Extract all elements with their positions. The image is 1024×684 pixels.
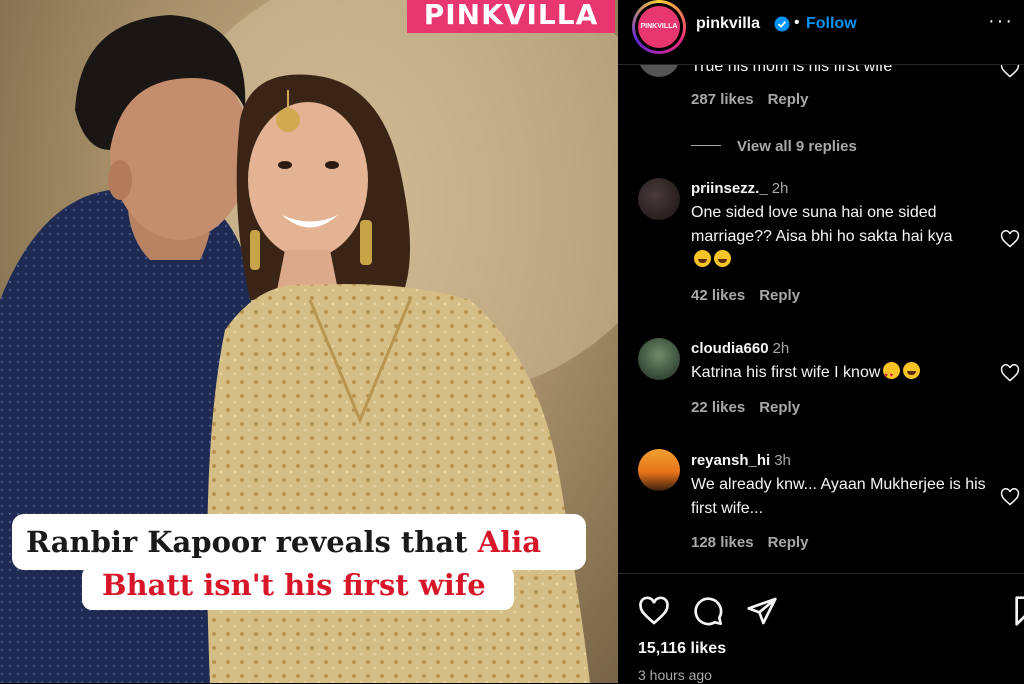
comment-likes[interactable]: 42 likes	[691, 287, 745, 304]
post-sidebar: PINKVILLA pinkvilla • Follow ··· True hi…	[618, 0, 1024, 683]
story-ring[interactable]: PINKVILLA	[632, 0, 686, 54]
reply-button[interactable]: Reply	[768, 91, 809, 108]
comments-list[interactable]: True his mom is his first wife 287 likes…	[618, 65, 1024, 573]
comment-body: cloudia660 2h Katrina his first wife I kn…	[691, 337, 991, 388]
separator-dot: •	[794, 14, 800, 31]
verified-badge-icon	[774, 16, 790, 32]
comment-time[interactable]: 2h	[773, 340, 790, 357]
comment-text: We already knw... Ayaan Mukherjee is his…	[691, 476, 986, 517]
comment-text: True his mom is his first wife	[691, 65, 893, 75]
laughing-emoji-icon	[714, 250, 731, 267]
headline-line-2: Bhatt isn't his first wife	[82, 566, 514, 610]
account-username[interactable]: pinkvilla	[696, 15, 760, 33]
comment-avatar[interactable]	[638, 178, 680, 220]
comment-meta: 287 likes Reply	[691, 91, 822, 108]
comment-text: One sided love suna hai one sided marria…	[691, 204, 953, 245]
like-comment-heart-icon[interactable]	[1000, 487, 1020, 507]
comment-avatar[interactable]	[638, 65, 680, 77]
comment-meta: 22 likes Reply	[691, 399, 814, 416]
comment-likes[interactable]: 287 likes	[691, 91, 754, 108]
comment-body: reyansh_hi 3h We already knw... Ayaan Muk…	[691, 449, 991, 521]
comment-bubble-icon[interactable]	[692, 595, 724, 627]
like-heart-icon[interactable]	[638, 595, 670, 627]
comment-likes[interactable]: 22 likes	[691, 399, 745, 416]
pinkvilla-logo: PINKVILLA	[407, 0, 615, 33]
view-replies-button[interactable]: View all 9 replies	[691, 138, 857, 155]
comment-username[interactable]: cloudia660	[691, 340, 769, 357]
share-send-icon[interactable]	[746, 595, 778, 627]
post-actions: 15,116 likes 3 hours ago	[618, 573, 1024, 684]
reply-button[interactable]: Reply	[768, 534, 809, 551]
view-replies-label: View all 9 replies	[737, 138, 857, 155]
comment-meta: 42 likes Reply	[691, 287, 814, 304]
headline-line-1: Ranbir Kapoor reveals that Alia	[12, 514, 586, 570]
post-image[interactable]: PINKVILLA Ranbir Kapoor reveals that Ali…	[0, 0, 618, 683]
follow-button[interactable]: Follow	[806, 15, 857, 33]
headline-highlight: Alia	[477, 525, 541, 559]
heart-eyes-emoji-icon	[883, 362, 901, 388]
like-comment-heart-icon[interactable]	[1000, 363, 1020, 383]
laughing-emoji-icon	[903, 362, 921, 379]
comment-body: priinsezz._ 2h One sided love suna hai on…	[691, 177, 991, 273]
comment-avatar[interactable]	[638, 338, 680, 380]
avatar: PINKVILLA	[635, 3, 683, 51]
comment-meta: 128 likes Reply	[691, 534, 822, 551]
laughing-emoji-icon	[694, 250, 711, 267]
post-likes-count[interactable]: 15,116 likes	[638, 640, 726, 658]
comment-time[interactable]: 2h	[772, 180, 789, 197]
more-options-icon[interactable]: ···	[988, 10, 1014, 33]
comment-avatar[interactable]	[638, 449, 680, 491]
reply-button[interactable]: Reply	[759, 287, 800, 304]
comment-time[interactable]: 3h	[774, 452, 791, 469]
post-timestamp[interactable]: 3 hours ago	[638, 667, 712, 683]
comment-likes[interactable]: 128 likes	[691, 534, 754, 551]
comment-username[interactable]: priinsezz._	[691, 180, 768, 197]
reply-button[interactable]: Reply	[759, 399, 800, 416]
comment-text: Katrina his first wife I know	[691, 364, 881, 381]
headline-text: Ranbir Kapoor reveals that	[26, 525, 478, 559]
save-bookmark-icon[interactable]	[1010, 595, 1024, 627]
avatar-logo: PINKVILLA	[638, 6, 680, 48]
like-comment-heart-icon[interactable]	[1000, 65, 1020, 79]
post-header: PINKVILLA pinkvilla • Follow ···	[618, 0, 1024, 65]
like-comment-heart-icon[interactable]	[1000, 229, 1020, 249]
comment-username[interactable]: reyansh_hi	[691, 452, 770, 469]
